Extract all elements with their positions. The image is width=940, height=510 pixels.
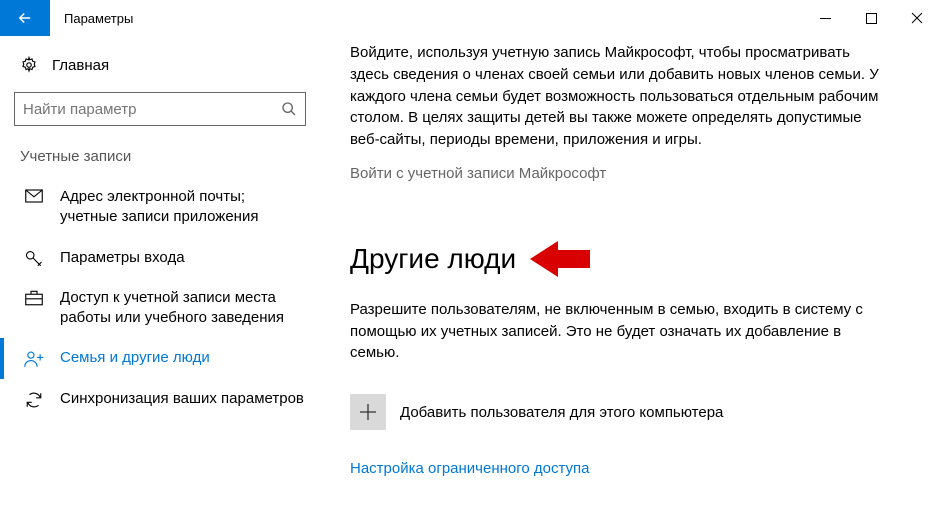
sidebar-item-signin-options[interactable]: Параметры входа [0,238,320,278]
sidebar-item-email-accounts[interactable]: Адрес электронной почты; учетные записи … [0,177,320,238]
search-input[interactable] [23,101,281,118]
key-icon [24,248,44,268]
sidebar-item-label: Доступ к учетной записи места работы или… [60,288,306,329]
maximize-icon [866,13,877,24]
add-user-label: Добавить пользователя для этого компьюте… [400,404,723,421]
back-arrow-icon [16,9,34,27]
sidebar-item-label: Семья и другие люди [60,348,210,368]
sidebar-item-family-users[interactable]: Семья и другие люди [0,338,320,378]
sync-icon [24,389,44,409]
home-label: Главная [52,57,109,74]
sidebar: Главная Учетные записи Адрес электронной… [0,36,320,510]
add-button[interactable] [350,394,386,430]
section-heading-label: Другие люди [350,243,516,275]
annotation-arrow [530,237,590,281]
search-container [14,92,306,126]
intro-text: Войдите, используя учетную запись Майкро… [350,42,880,151]
sidebar-item-label: Параметры входа [60,248,185,268]
mail-icon [24,187,44,203]
sidebar-item-label: Адрес электронной почты; учетные записи … [60,187,306,228]
sidebar-item-work-school[interactable]: Доступ к учетной записи места работы или… [0,278,320,339]
maximize-button[interactable] [848,0,894,36]
search-box[interactable] [14,92,306,126]
signin-microsoft-link[interactable]: Войти с учетной записи Майкрософт [350,165,880,182]
sidebar-item-label: Синхронизация ваших параметров [60,389,304,409]
section-body-text: Разрешите пользователям, не включенным в… [350,299,880,364]
close-icon [911,12,923,24]
home-nav[interactable]: Главная [0,48,320,84]
gear-icon [20,56,38,74]
add-user-row[interactable]: Добавить пользователя для этого компьюте… [350,394,880,430]
plus-icon [359,403,377,421]
section-heading-other-people: Другие люди [350,237,880,281]
sidebar-item-sync[interactable]: Синхронизация ваших параметров [0,379,320,419]
minimize-icon [820,13,831,24]
search-icon [281,101,297,117]
titlebar-spacer [133,0,802,36]
back-button[interactable] [0,0,50,36]
restricted-access-link[interactable]: Настройка ограниченного доступа [350,460,880,477]
sidebar-section-label: Учетные записи [0,144,320,177]
briefcase-icon [24,288,44,306]
titlebar: Параметры [0,0,940,36]
window-title: Параметры [50,0,133,36]
content: Войдите, используя учетную запись Майкро… [320,36,940,510]
people-icon [24,348,44,368]
minimize-button[interactable] [802,0,848,36]
window-controls [802,0,940,36]
close-button[interactable] [894,0,940,36]
